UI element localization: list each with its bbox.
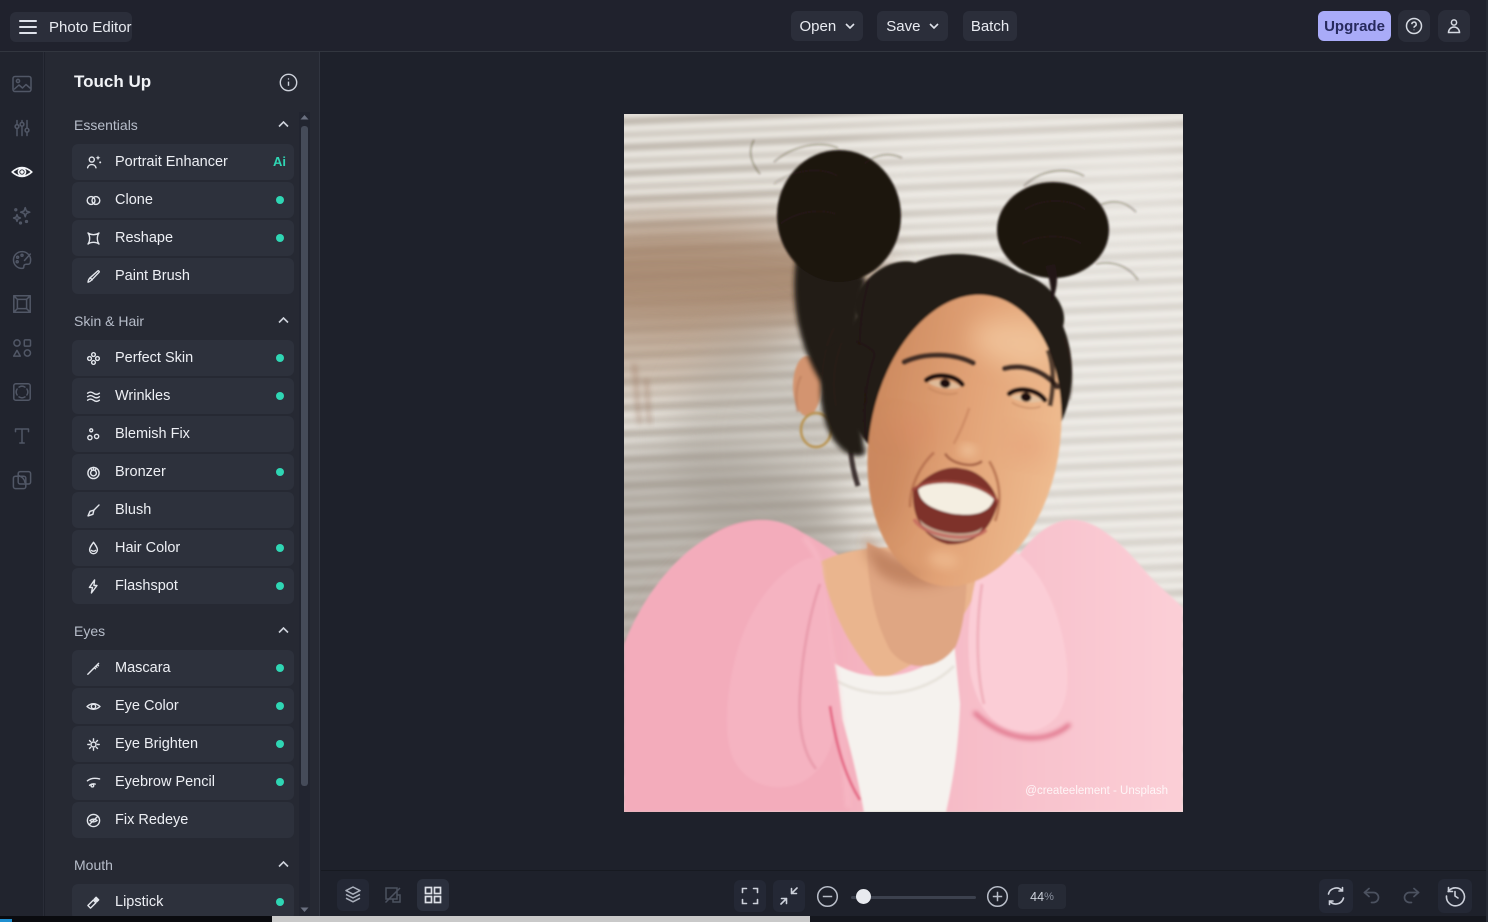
svg-text:@createelement - Unsplash: @createelement - Unsplash (1025, 785, 1168, 797)
